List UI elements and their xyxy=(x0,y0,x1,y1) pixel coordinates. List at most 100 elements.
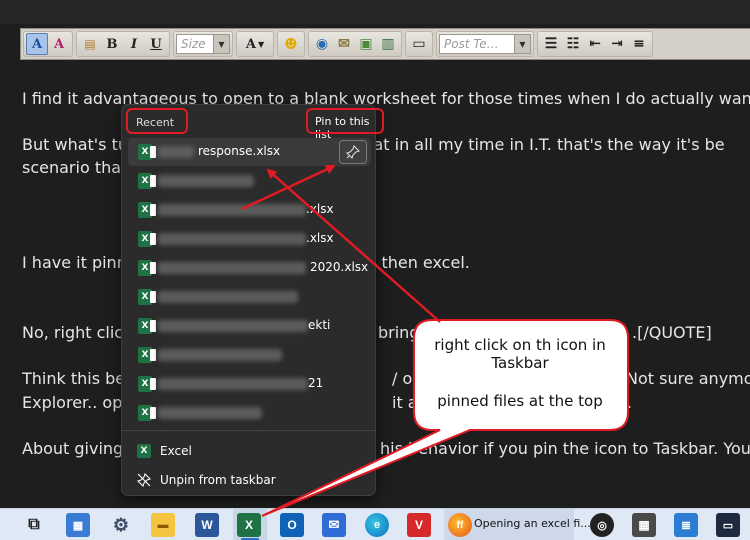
calculator-icon[interactable]: ▦ xyxy=(632,513,656,537)
recent-file-item[interactable]: X xyxy=(128,399,371,427)
post-template-placeholder: Post Te… xyxy=(444,37,499,51)
file-name: ekti xyxy=(308,318,331,332)
open-excel-action[interactable]: X Excel xyxy=(128,437,371,465)
excel-file-icon: X xyxy=(138,231,156,247)
excel-file-icon: X xyxy=(138,405,156,421)
control-panel-icon[interactable]: ▦ xyxy=(66,513,90,537)
notepad-icon[interactable]: ≣ xyxy=(674,513,698,537)
content-line: his behavior if you pin the icon to Task… xyxy=(380,439,750,458)
excel-file-icon: X xyxy=(138,144,156,160)
word-icon[interactable]: W xyxy=(195,513,219,537)
indent-icon[interactable]: ⇥ xyxy=(606,33,628,55)
numbered-list-icon[interactable]: ☰ xyxy=(540,33,562,55)
edge-icon[interactable]: e xyxy=(365,513,389,537)
file-explorer-icon[interactable]: ▬ xyxy=(151,513,175,537)
post-template-select[interactable]: Post Te… ▼ xyxy=(439,34,531,54)
vivaldi-icon[interactable]: V xyxy=(407,513,431,537)
remove-format-icon[interactable]: A xyxy=(26,33,48,55)
content-line: Not sure anymo xyxy=(626,369,750,388)
font-size-placeholder: Size xyxy=(181,37,206,51)
editor-top-strip xyxy=(0,0,750,24)
task-view-icon[interactable]: ⧉ xyxy=(22,513,46,537)
recent-file-item[interactable]: X xyxy=(128,283,371,311)
unpin-icon xyxy=(136,472,152,488)
text-color-icon[interactable]: A xyxy=(48,33,70,55)
blurred-filename xyxy=(158,320,308,332)
excel-file-icon: X xyxy=(138,202,156,218)
unpin-from-taskbar-action[interactable]: Unpin from taskbar xyxy=(128,466,371,494)
content-line: t, then excel. xyxy=(365,253,470,272)
quote-icon[interactable]: ▭ xyxy=(408,33,430,55)
firefox-taskbar-button[interactable]: ff Opening an excel fi... xyxy=(444,509,591,540)
settings-gear-icon[interactable]: ⚙ xyxy=(109,513,133,537)
blurred-filename xyxy=(158,349,282,361)
outlook-icon[interactable]: O xyxy=(280,513,304,537)
file-name: 21 xyxy=(308,376,324,390)
recent-file-item[interactable]: X .xlsx xyxy=(128,196,371,224)
blurred-filename xyxy=(158,204,306,216)
pin-label-highlight-box xyxy=(306,108,384,134)
toolbar-group-font: A ▼ xyxy=(236,31,274,57)
font-size-select[interactable]: Size ▼ xyxy=(176,34,230,54)
align-left-icon[interactable]: ≡ xyxy=(628,33,650,55)
bold-icon[interactable]: B xyxy=(101,33,123,55)
pin-icon[interactable] xyxy=(339,140,367,164)
excel-app-icon: X xyxy=(136,443,152,459)
outdent-icon[interactable]: ⇤ xyxy=(584,33,606,55)
content-line: w is that in all my time in I.T. that's … xyxy=(321,135,725,154)
recent-file-item[interactable]: X 21 xyxy=(128,370,371,398)
toolbar-group-lists: ☰ ☷ ⇤ ⇥ ≡ xyxy=(537,31,653,57)
excel-icon[interactable]: X xyxy=(237,513,261,537)
video-icon[interactable]: ▥ xyxy=(377,33,399,55)
bullet-list-icon[interactable]: ☷ xyxy=(562,33,584,55)
blurred-filename xyxy=(158,233,306,245)
computer-icon[interactable]: ▭ xyxy=(716,513,740,537)
blurred-filename xyxy=(158,175,254,187)
file-name: response.xlsx xyxy=(198,144,281,158)
underline-icon[interactable]: U xyxy=(145,33,167,55)
smiley-icon[interactable]: ☻ xyxy=(280,33,302,55)
italic-icon[interactable]: I xyxy=(123,33,145,55)
blurred-filename xyxy=(158,146,194,158)
excel-file-icon: X xyxy=(138,260,156,276)
blurred-filename xyxy=(158,407,262,419)
blurred-filename xyxy=(158,291,298,303)
paste-icon[interactable]: ▤ xyxy=(79,33,101,55)
recent-file-item[interactable]: X ekti xyxy=(128,312,371,340)
excel-file-icon: X xyxy=(138,376,156,392)
chevron-down-icon: ▼ xyxy=(213,35,229,53)
firefox-window-title: Opening an excel fi... xyxy=(474,517,591,530)
toolbar-group-style: ▤ B I U xyxy=(76,31,170,57)
recent-file-item[interactable]: X xyxy=(128,167,371,195)
mail-icon[interactable]: ✉ xyxy=(322,513,346,537)
firefox-icon: ff xyxy=(448,513,472,537)
recent-file-item[interactable]: X xyxy=(128,341,371,369)
excel-file-icon: X xyxy=(138,289,156,305)
image-icon[interactable]: ▣ xyxy=(355,33,377,55)
editor-toolbar: A A ▤ B I U Size ▼ A ▼ ☻ ◉ ✉ ▣ ▥ ▭ Post … xyxy=(20,28,750,60)
content-line: .[/QUOTE] xyxy=(632,323,712,342)
windows-taskbar: ⧉ ▦ ⚙ ▬ W X O ✉ e V ff Opening an excel … xyxy=(0,508,750,540)
unpin-label: Unpin from taskbar xyxy=(160,473,276,487)
recent-file-item[interactable]: X .xlsx xyxy=(128,225,371,253)
excel-file-icon: X xyxy=(138,173,156,189)
chevron-down-icon: ▼ xyxy=(514,35,530,53)
file-name: .xlsx xyxy=(306,202,334,216)
recent-file-item[interactable]: X response.xlsx xyxy=(128,138,371,166)
blurred-filename xyxy=(158,378,308,390)
file-name: 2020.xlsx xyxy=(310,260,369,274)
recent-file-item[interactable]: X 2020.xlsx xyxy=(128,254,371,282)
media-player-icon[interactable]: ◎ xyxy=(590,513,614,537)
link-icon[interactable]: ◉ xyxy=(311,33,333,55)
excel-file-icon: X xyxy=(138,318,156,334)
excel-file-icon: X xyxy=(138,347,156,363)
font-icon[interactable]: A ▼ xyxy=(239,33,271,55)
blurred-filename xyxy=(158,262,306,274)
email-icon[interactable]: ✉ xyxy=(333,33,355,55)
toolbar-group-insert: ◉ ✉ ▣ ▥ xyxy=(308,31,402,57)
toolbar-group-quote: ▭ xyxy=(405,31,433,57)
content-line: e. xyxy=(617,393,632,412)
file-name: .xlsx xyxy=(306,231,334,245)
toolbar-group-format: A A xyxy=(23,31,73,57)
recent-highlight-box xyxy=(126,108,188,134)
